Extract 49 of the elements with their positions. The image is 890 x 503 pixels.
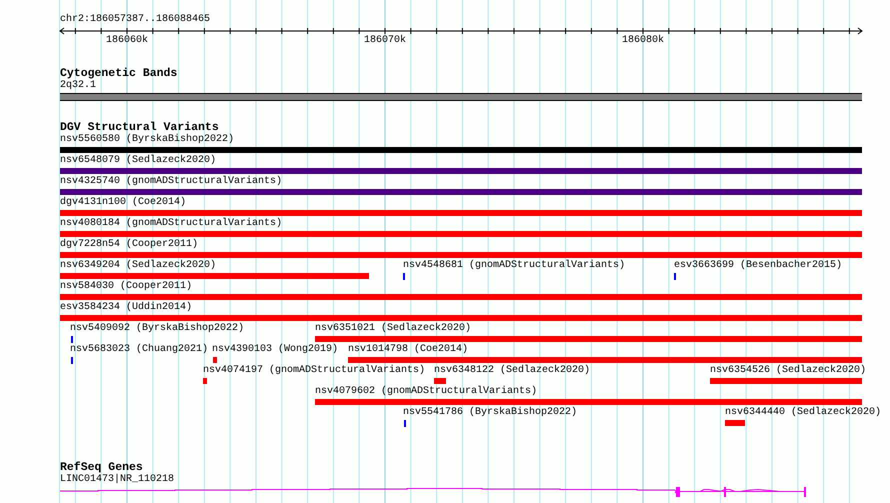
variant-label[interactable]: nsv6548079 (Sedlazeck2020) (60, 155, 216, 167)
variant-bar[interactable] (203, 378, 207, 384)
variant-bar[interactable] (60, 168, 862, 174)
variant-label[interactable]: nsv5541786 (ByrskaBishop2022) (403, 407, 578, 419)
variant-bar[interactable] (434, 378, 446, 384)
location-label: chr2:186057387..186088465 (60, 14, 210, 26)
tick-label: 186060k (106, 35, 148, 47)
variant-bar[interactable] (60, 315, 862, 321)
variant-label[interactable]: esv3584234 (Uddin2014) (60, 302, 192, 314)
variant-label[interactable]: nsv4080184 (gnomADStructuralVariants) (60, 218, 282, 230)
band-label: 2q32.1 (60, 80, 96, 92)
variant-label[interactable]: nsv4074197 (gnomADStructuralVariants) (203, 365, 426, 377)
variant-label[interactable]: esv3663699 (Besenbacher2015) (674, 260, 842, 272)
variant-bar[interactable] (60, 273, 369, 279)
variant-label[interactable]: dgv7228n54 (Cooper2011) (60, 239, 198, 251)
variant-bar[interactable] (60, 231, 862, 237)
variant-bar[interactable] (60, 189, 862, 195)
variant-label[interactable]: nsv4548681 (gnomADStructuralVariants) (403, 260, 626, 272)
track-title: Cytogenetic Bands (60, 68, 178, 80)
variant-bar[interactable] (315, 399, 862, 405)
track-title: DGV Structural Variants (60, 122, 219, 134)
variant-label[interactable]: nsv4079602 (gnomADStructuralVariants) (315, 386, 538, 398)
variant-bar[interactable] (725, 420, 745, 426)
gene-model-drawing[interactable] (60, 486, 808, 497)
variant-label[interactable]: nsv6351021 (Sedlazeck2020) (315, 323, 472, 335)
variant-label[interactable]: dgv4131n100 (Coe2014) (60, 197, 186, 209)
variant-label[interactable]: nsv6344440 (Sedlazeck2020) (725, 407, 882, 419)
variant-label[interactable]: nsv4390103 (Wong2019) (212, 344, 338, 356)
variant-label[interactable]: nsv5409092 (ByrskaBishop2022) (70, 323, 244, 335)
variant-bar[interactable] (60, 294, 862, 300)
variant-label[interactable]: nsv5560580 (ByrskaBishop2022) (60, 134, 234, 146)
variant-bar[interactable] (348, 357, 862, 363)
variant-label[interactable]: nsv5683023 (Chuang2021) (70, 344, 208, 356)
variant-bar[interactable] (213, 357, 217, 363)
variant-bar[interactable] (315, 336, 862, 342)
variant-bar[interactable] (60, 252, 862, 258)
gene-label[interactable]: LINC01473|NR_110218 (60, 474, 174, 486)
variant-bar[interactable] (60, 210, 862, 216)
tick-label: 186070k (364, 35, 406, 47)
variant-bar[interactable] (60, 147, 862, 153)
variant-bar[interactable] (710, 378, 862, 384)
track-title: RefSeq Genes (60, 462, 143, 474)
tick-label: 186080k (622, 35, 664, 47)
variant-label[interactable]: nsv584030 (Cooper2011) (60, 281, 192, 293)
variant-label[interactable]: nsv6348122 (Sedlazeck2020) (434, 365, 590, 377)
variant-label[interactable]: nsv6349204 (Sedlazeck2020) (60, 260, 216, 272)
variant-label[interactable]: nsv1014798 (Coe2014) (348, 344, 468, 356)
variant-label[interactable]: nsv4325740 (gnomADStructuralVariants) (60, 176, 282, 188)
variant-label[interactable]: nsv6354526 (Sedlazeck2020) (710, 365, 866, 377)
